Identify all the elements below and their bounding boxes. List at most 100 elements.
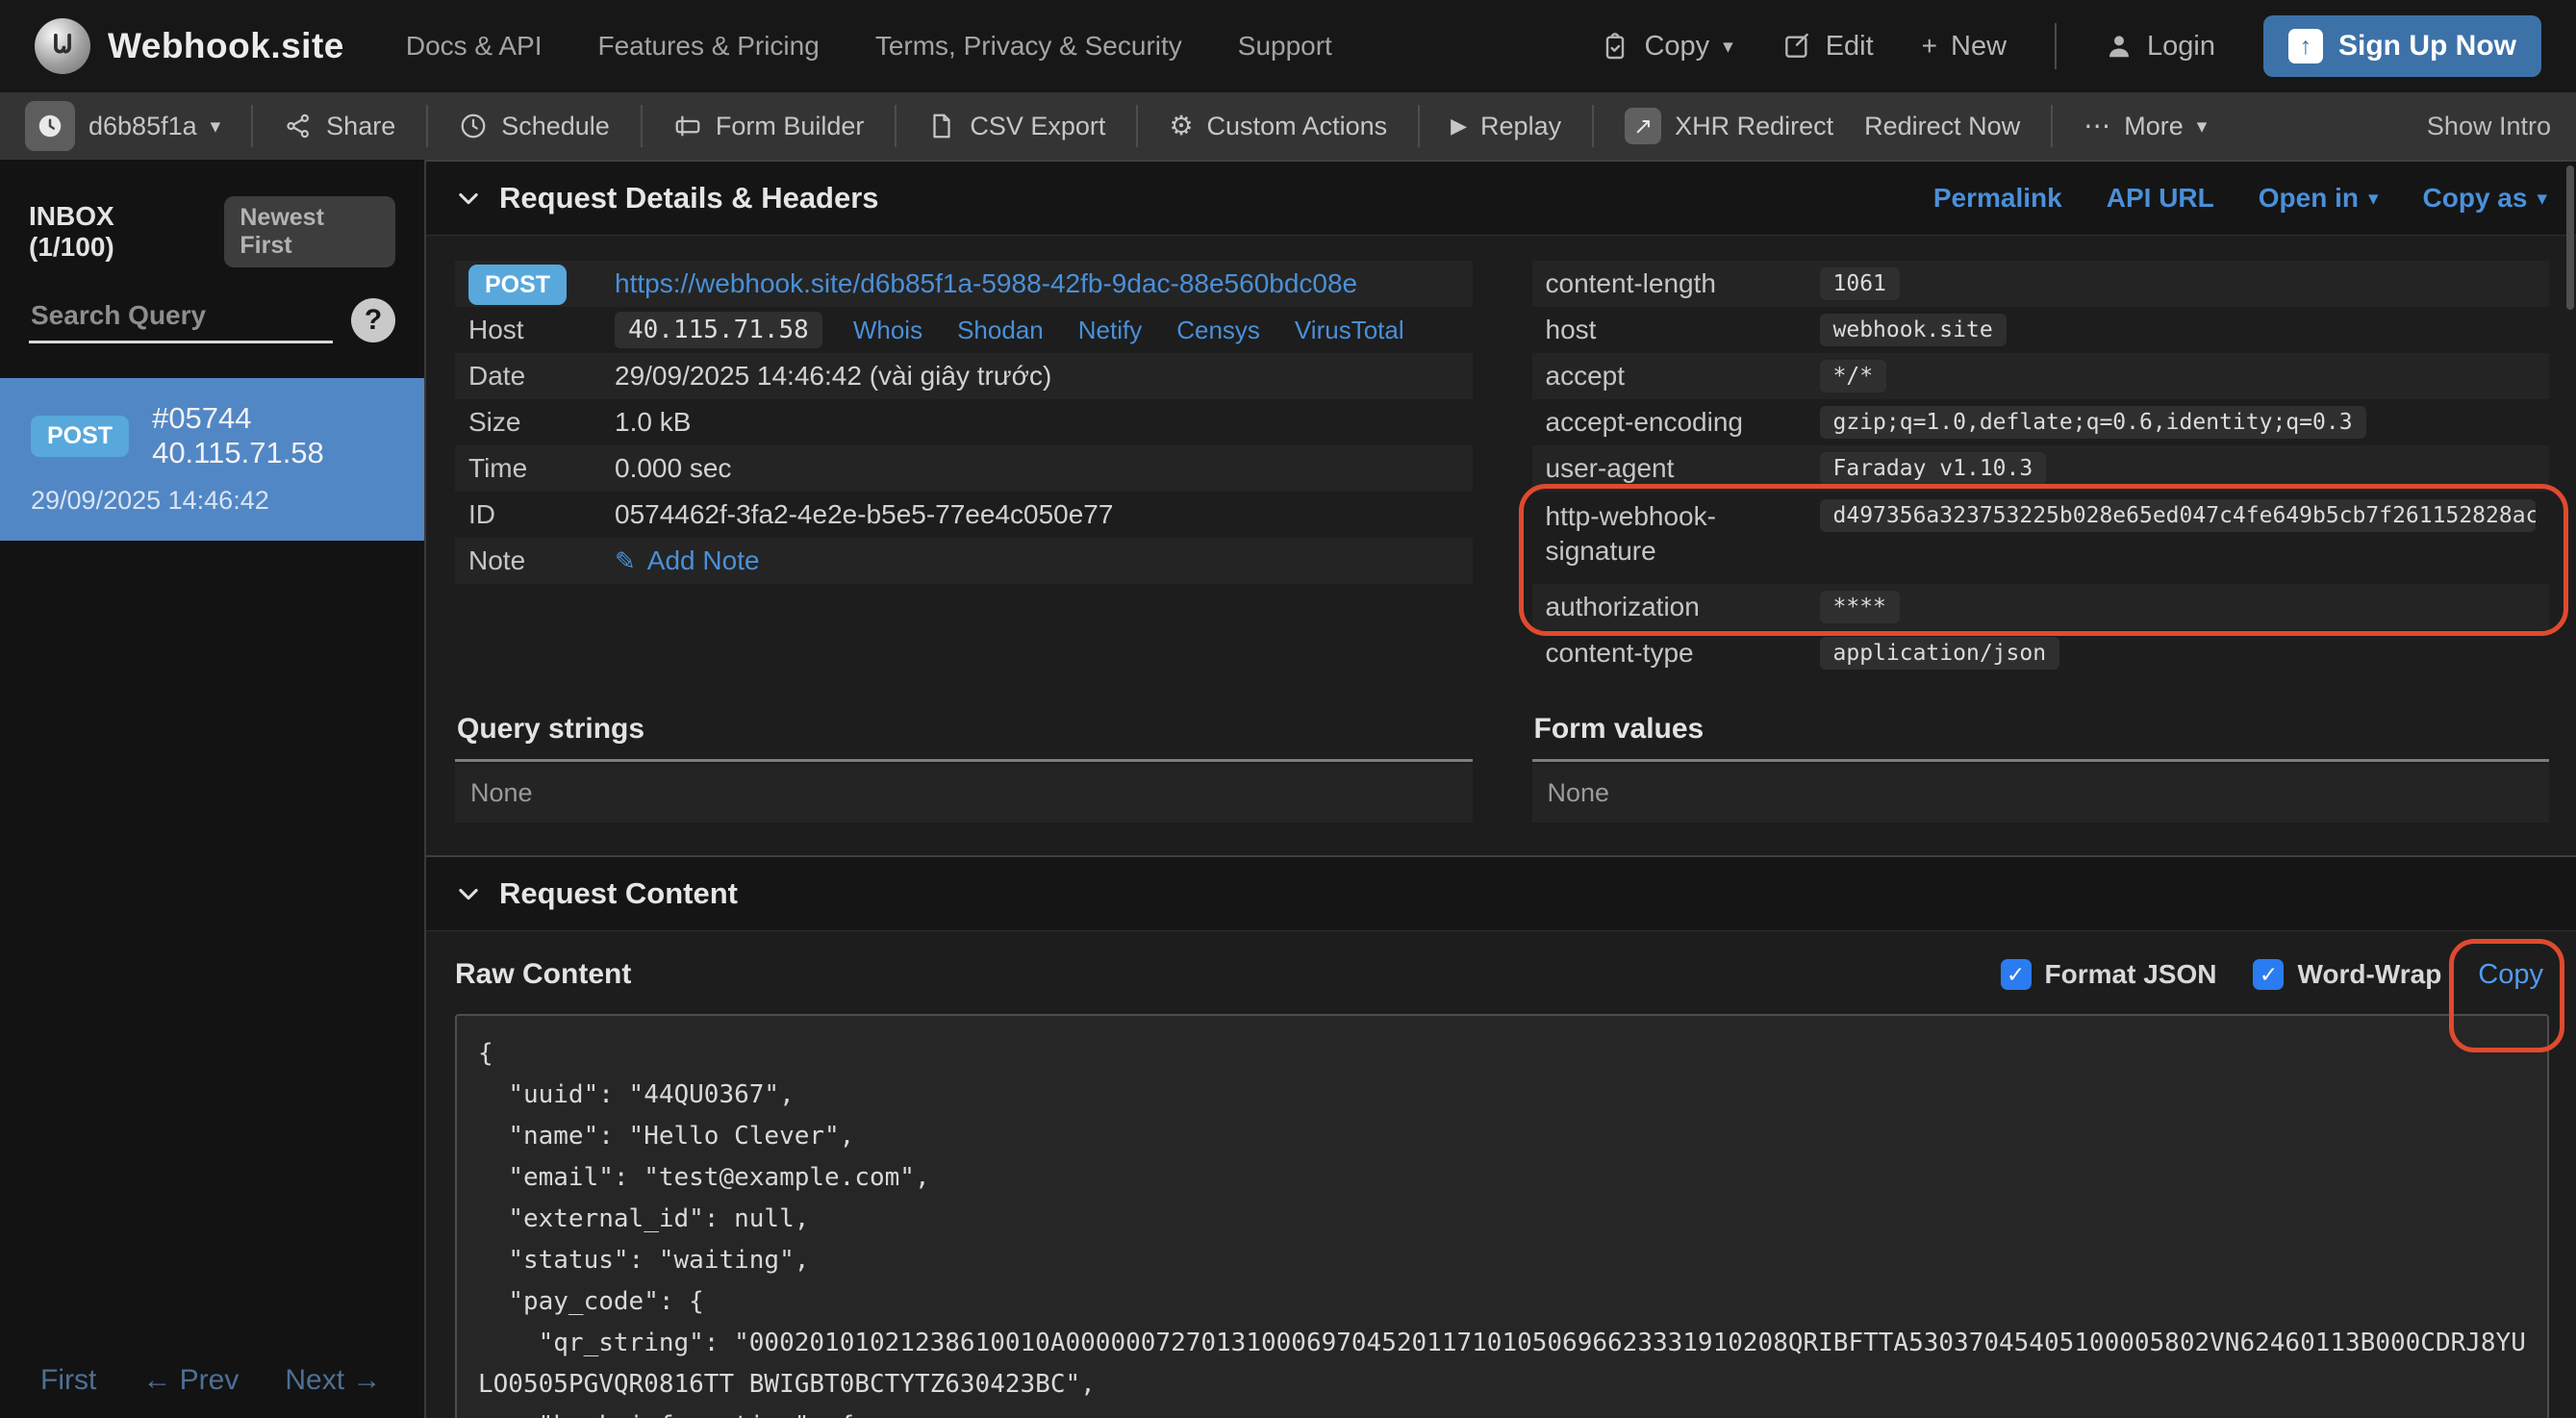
header-value: webhook.site bbox=[1820, 314, 2007, 346]
table-row: Date 29/09/2025 14:46:42 (vài giây trước… bbox=[455, 353, 1473, 399]
pencil-icon: ✎ bbox=[615, 546, 636, 576]
pagination-first[interactable]: First bbox=[40, 1364, 96, 1397]
api-url-link[interactable]: API URL bbox=[2107, 183, 2214, 214]
table-row: http-webhook-signature d497356a323753225… bbox=[1532, 492, 2550, 584]
form-builder-icon bbox=[673, 112, 702, 140]
webhook-logo-icon bbox=[35, 18, 90, 74]
gear-icon: ⚙ bbox=[1169, 113, 1193, 139]
form-values-section: Form values None bbox=[1532, 713, 2550, 823]
censys-link[interactable]: Censys bbox=[1176, 316, 1260, 345]
open-in-dropdown[interactable]: Open in ▾ bbox=[2259, 183, 2379, 214]
signup-button[interactable]: ↑ Sign Up Now bbox=[2263, 15, 2541, 77]
headers-table: content-length 1061 host webhook.site ac… bbox=[1532, 261, 2550, 676]
edit-button[interactable]: Edit bbox=[1781, 31, 1874, 63]
xhr-redirect-button[interactable]: ↗ XHR Redirect bbox=[1625, 108, 1833, 144]
csv-export-button[interactable]: CSV Export bbox=[927, 112, 1105, 141]
sort-order-button[interactable]: Newest First bbox=[224, 196, 395, 267]
header-name: content-type bbox=[1546, 636, 1694, 671]
details-section-header[interactable]: Request Details & Headers Permalink API … bbox=[426, 160, 2576, 236]
external-link-icon: ↗ bbox=[1625, 108, 1661, 144]
copy-content-link[interactable]: Copy bbox=[2478, 959, 2549, 991]
navbar-actions: Copy ▾ Edit + New Login ↑ S bbox=[1600, 15, 2541, 77]
row-label: ID bbox=[468, 499, 615, 530]
header-name: http-webhook-signature bbox=[1546, 499, 1791, 570]
nav-link-terms[interactable]: Terms, Privacy & Security bbox=[875, 31, 1182, 62]
header-name: host bbox=[1546, 313, 1597, 347]
nav-link-docs[interactable]: Docs & API bbox=[406, 31, 543, 62]
details-grid: POST https://webhook.site/d6b85f1a-5988-… bbox=[426, 236, 2576, 676]
new-label: New bbox=[1951, 31, 2007, 63]
share-icon bbox=[284, 112, 313, 140]
nav-link-support[interactable]: Support bbox=[1238, 31, 1332, 62]
user-icon bbox=[2105, 32, 2134, 61]
header-name: accept bbox=[1546, 359, 1626, 393]
add-note-link[interactable]: ✎ Add Note bbox=[615, 545, 760, 576]
caret-down-icon: ▾ bbox=[2368, 189, 2379, 209]
header-value: d497356a323753225b028e65ed047c4fe649b5cb… bbox=[1820, 499, 2537, 532]
pagination-prev[interactable]: ← Prev bbox=[142, 1364, 239, 1397]
caret-down-icon: ▾ bbox=[2197, 116, 2208, 137]
format-json-checkbox[interactable]: ✓ Format JSON bbox=[2001, 959, 2217, 990]
show-intro-link[interactable]: Show Intro bbox=[2427, 112, 2551, 141]
redirect-now-button[interactable]: Redirect Now bbox=[1864, 112, 2020, 141]
pagination-next[interactable]: Next → bbox=[285, 1364, 381, 1397]
login-button[interactable]: Login bbox=[2105, 31, 2215, 63]
custom-actions-label: Custom Actions bbox=[1207, 112, 1388, 141]
redirect-now-label: Redirect Now bbox=[1864, 112, 2020, 141]
content-section-header[interactable]: Request Content bbox=[426, 855, 2576, 931]
caret-down-icon: ▾ bbox=[211, 116, 221, 137]
raw-content-block: { "uuid": "44QU0367", "name": "Hello Cle… bbox=[455, 1014, 2549, 1418]
xhr-redirect-label: XHR Redirect bbox=[1675, 112, 1833, 141]
schedule-button[interactable]: Schedule bbox=[459, 112, 610, 141]
nav-link-pricing[interactable]: Features & Pricing bbox=[597, 31, 819, 62]
details-header-links: Permalink API URL Open in ▾ Copy as ▾ bbox=[1933, 183, 2547, 214]
file-icon bbox=[927, 112, 956, 140]
scrollbar-thumb[interactable] bbox=[2566, 165, 2574, 310]
table-row: user-agent Faraday v1.10.3 bbox=[1532, 445, 2550, 492]
header-value: application/json bbox=[1820, 637, 2060, 670]
share-button[interactable]: Share bbox=[284, 112, 395, 141]
table-row: accept */* bbox=[1532, 353, 2550, 399]
table-row: ID 0574462f-3fa2-4e2e-b5e5-77ee4c050e77 bbox=[455, 492, 1473, 538]
new-button[interactable]: + New bbox=[1922, 31, 2007, 63]
request-item-timestamp: 29/09/2025 14:46:42 bbox=[31, 486, 393, 516]
request-url-link[interactable]: https://webhook.site/d6b85f1a-5988-42fb-… bbox=[615, 268, 1357, 299]
request-item-headline: POST #05744 40.115.71.58 bbox=[31, 401, 393, 470]
date-value: 29/09/2025 14:46:42 (vài giây trước) bbox=[615, 361, 1051, 392]
chevron-down-icon bbox=[455, 185, 482, 212]
raw-content-controls: ✓ Format JSON ✓ Word-Wrap Copy bbox=[2001, 959, 2549, 991]
more-label: More bbox=[2124, 112, 2184, 141]
netify-link[interactable]: Netify bbox=[1078, 316, 1142, 345]
schedule-label: Schedule bbox=[501, 112, 610, 141]
replay-button[interactable]: ▶ Replay bbox=[1451, 112, 1561, 141]
caret-down-icon: ▾ bbox=[1723, 37, 1733, 57]
table-row: Note ✎ Add Note bbox=[455, 538, 1473, 584]
virustotal-link[interactable]: VirusTotal bbox=[1295, 316, 1404, 345]
form-builder-button[interactable]: Form Builder bbox=[673, 112, 865, 141]
plus-icon: + bbox=[1922, 33, 1937, 60]
shodan-link[interactable]: Shodan bbox=[957, 316, 1044, 345]
brand[interactable]: Webhook.site bbox=[35, 18, 344, 74]
row-label: Date bbox=[468, 361, 615, 392]
word-wrap-checkbox[interactable]: ✓ Word-Wrap bbox=[2253, 959, 2441, 990]
permalink-link[interactable]: Permalink bbox=[1933, 183, 2062, 214]
token-clock-icon bbox=[25, 101, 75, 151]
search-input[interactable] bbox=[29, 296, 333, 343]
request-summary-table: POST https://webhook.site/d6b85f1a-5988-… bbox=[455, 261, 1473, 676]
toolbar-divider bbox=[895, 105, 897, 147]
request-list-item-selected[interactable]: POST #05744 40.115.71.58 29/09/2025 14:4… bbox=[0, 378, 424, 541]
custom-actions-button[interactable]: ⚙ Custom Actions bbox=[1169, 112, 1387, 141]
more-dropdown[interactable]: ⋯ More ▾ bbox=[2084, 112, 2207, 141]
toolbar-divider bbox=[2051, 105, 2053, 147]
header-name: user-agent bbox=[1546, 451, 1675, 486]
whois-link[interactable]: Whois bbox=[853, 316, 922, 345]
token-dropdown[interactable]: d6b85f1a ▾ bbox=[25, 101, 220, 151]
row-label: Host bbox=[468, 315, 615, 345]
toolbar-divider bbox=[426, 105, 428, 147]
row-label: Size bbox=[468, 407, 615, 438]
copy-as-dropdown[interactable]: Copy as ▾ bbox=[2423, 183, 2547, 214]
copy-dropdown-button[interactable]: Copy ▾ bbox=[1600, 31, 1732, 63]
method-badge: POST bbox=[31, 416, 129, 457]
help-icon[interactable]: ? bbox=[351, 298, 395, 342]
checkbox-checked-icon: ✓ bbox=[2001, 959, 2032, 990]
